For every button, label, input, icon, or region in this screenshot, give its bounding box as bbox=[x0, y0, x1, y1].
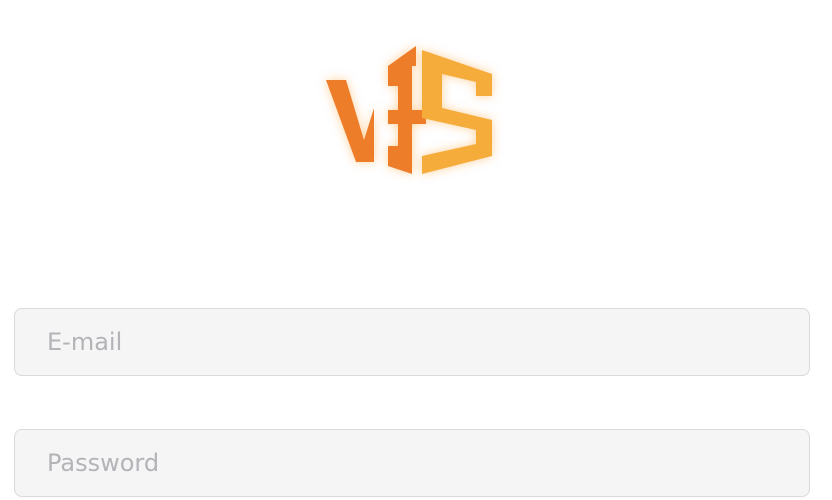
logo-letter-s bbox=[422, 50, 492, 174]
logo bbox=[316, 38, 512, 180]
logo-letter-i bbox=[388, 46, 426, 174]
email-input[interactable] bbox=[15, 309, 809, 375]
email-field[interactable] bbox=[14, 308, 810, 376]
logo-letter-v bbox=[326, 80, 374, 162]
vis-logo-icon bbox=[326, 46, 492, 174]
password-input[interactable] bbox=[15, 430, 809, 496]
password-field[interactable] bbox=[14, 429, 810, 497]
